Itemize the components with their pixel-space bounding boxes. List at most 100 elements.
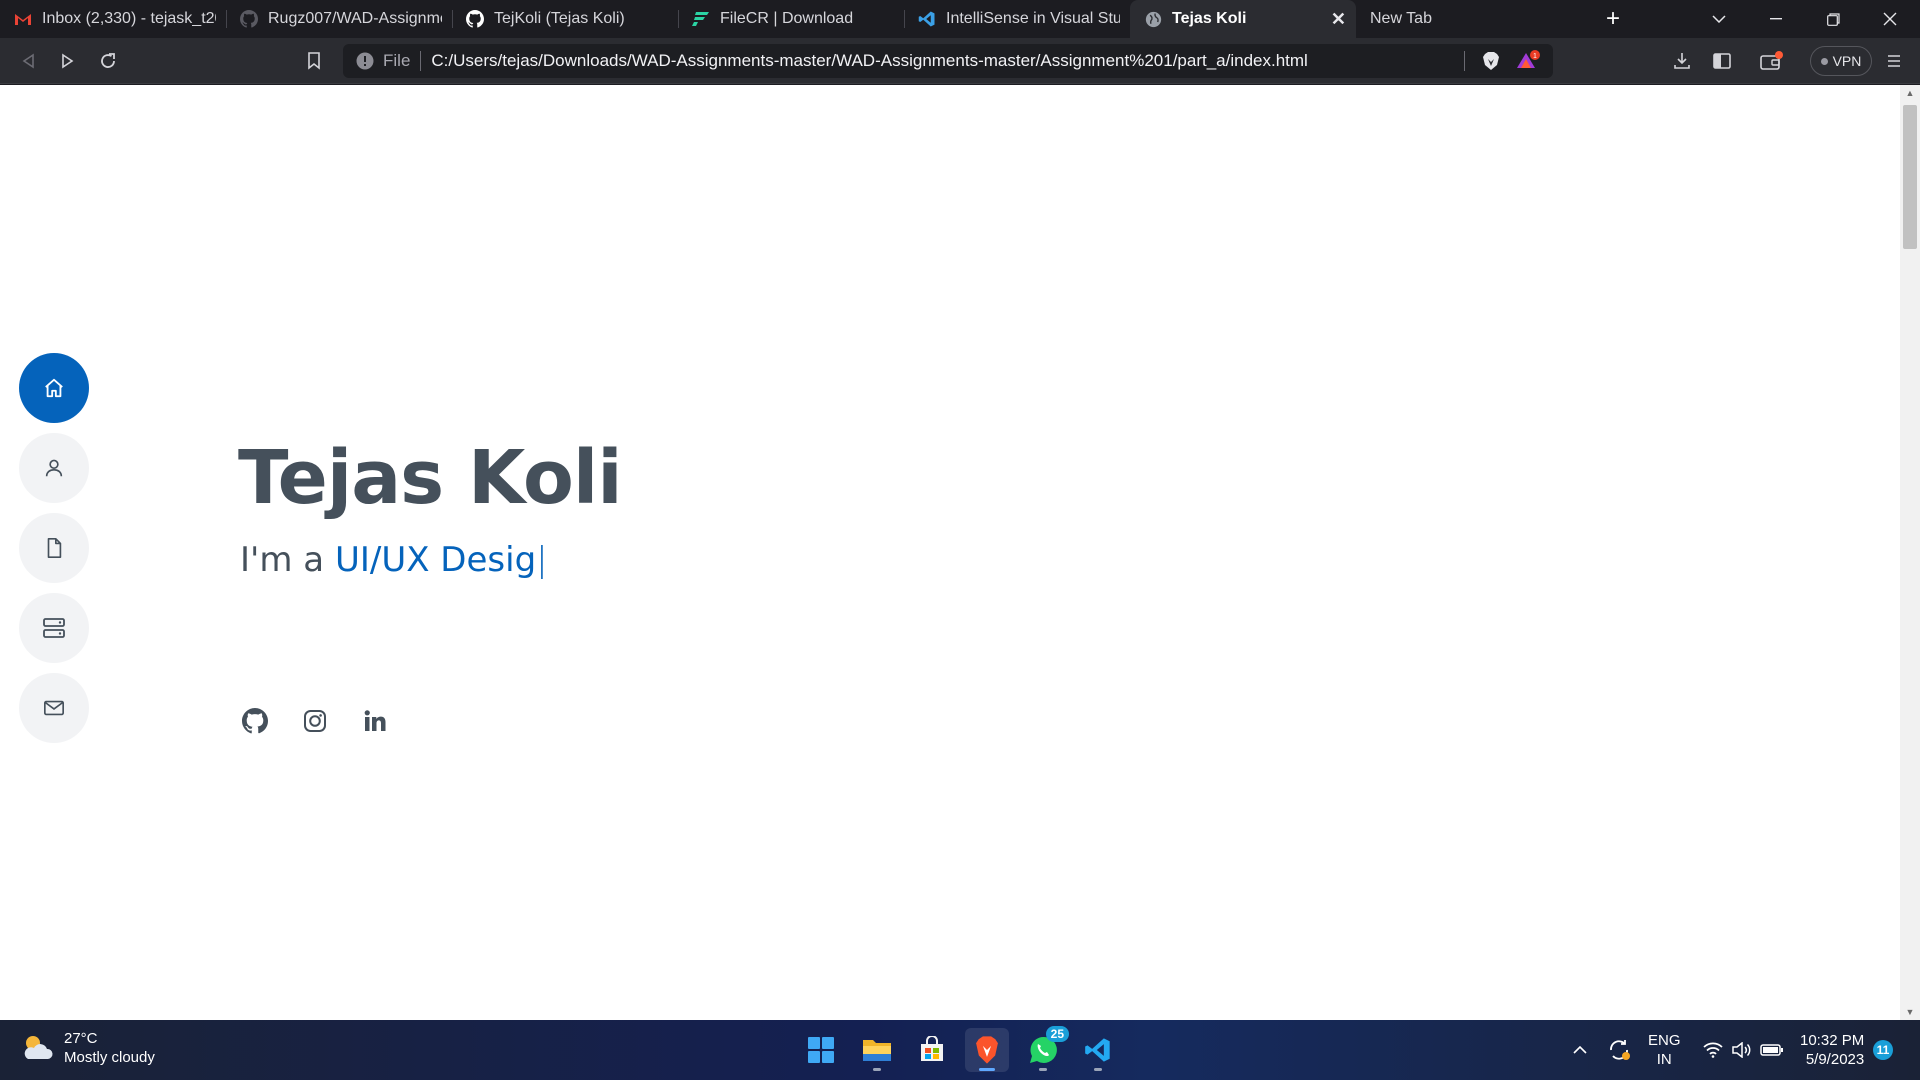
system-clock[interactable]: 10:32 PM 5/9/2023	[1800, 1031, 1864, 1069]
nav-contact-button[interactable]	[19, 673, 89, 743]
hero-intro: I'm a	[240, 540, 325, 580]
tab-label: Inbox (2,330) - tejask_t2005	[42, 10, 216, 27]
hero-typed-role: UI/UX Desig	[334, 540, 537, 580]
tab-label: Tejas Koli	[1172, 10, 1247, 27]
weather-description: Mostly cloudy	[64, 1049, 155, 1066]
instagram-link[interactable]	[300, 706, 330, 736]
tab-tejas-koli[interactable]: Tejas Koli ✕	[1130, 0, 1356, 38]
rewards-badge: 1	[1533, 53, 1537, 60]
region-code: IN	[1656, 1051, 1672, 1068]
github-icon	[466, 10, 484, 28]
tab-label: FileCR | Download	[720, 10, 854, 27]
gmail-icon	[14, 10, 32, 28]
tab-github-repo[interactable]: Rugz007/WAD-Assignments	[226, 0, 452, 38]
github-icon	[242, 708, 268, 734]
mail-icon	[44, 700, 64, 716]
minimize-button[interactable]	[1748, 0, 1804, 38]
site-info-icon[interactable]	[355, 51, 375, 71]
user-icon	[45, 459, 63, 477]
menu-icon[interactable]	[1874, 38, 1914, 84]
battery-icon[interactable]	[1758, 1020, 1786, 1080]
tab-intellisense[interactable]: IntelliSense in Visual Studio	[904, 0, 1130, 38]
nav-services-button[interactable]	[19, 593, 89, 663]
linkedin-link[interactable]	[360, 706, 390, 736]
language-indicator[interactable]: ENG IN	[1648, 1031, 1681, 1069]
vpn-status-dot	[1820, 57, 1828, 65]
running-indicator	[1094, 1068, 1102, 1071]
clock-date: 5/9/2023	[1805, 1051, 1865, 1068]
github-icon	[240, 10, 258, 28]
running-indicator	[979, 1068, 995, 1071]
github-link[interactable]	[240, 706, 270, 736]
folder-icon	[863, 1040, 891, 1061]
brave-rewards-icon[interactable]: 1	[1515, 50, 1541, 77]
linkedin-icon	[364, 710, 386, 731]
filecr-icon	[692, 10, 710, 28]
nav-about-button[interactable]	[19, 433, 89, 503]
page-scrollbar[interactable]: ▲ ▼	[1900, 85, 1920, 1020]
store-icon	[921, 1036, 943, 1061]
tab-search-chevron-icon[interactable]	[1691, 0, 1747, 38]
url-divider	[420, 51, 422, 71]
taskbar-microsoft-store[interactable]	[910, 1028, 954, 1072]
scroll-down-arrow-icon[interactable]: ▼	[1900, 1004, 1920, 1020]
side-navigation	[19, 353, 89, 743]
close-tab-icon[interactable]: ✕	[1331, 9, 1346, 30]
sidebar-toggle-icon[interactable]	[1702, 38, 1742, 84]
wifi-icon[interactable]	[1700, 1020, 1726, 1080]
scrollbar-thumb[interactable]	[1903, 105, 1917, 249]
server-icon	[43, 618, 65, 638]
tab-strip: Inbox (2,330) - tejask_t2005 Rugz007/WAD…	[0, 0, 1920, 38]
taskbar-whatsapp[interactable]: 25	[1021, 1026, 1069, 1072]
vscode-icon	[1085, 1038, 1110, 1062]
typing-cursor: |	[536, 540, 548, 580]
forward-button[interactable]	[48, 38, 88, 84]
tab-github-profile[interactable]: TejKoli (Tejas Koli)	[452, 0, 678, 38]
cloudy-weather-icon	[24, 1036, 53, 1059]
tab-label: New Tab	[1370, 10, 1432, 27]
running-indicator	[1039, 1068, 1047, 1071]
start-button[interactable]	[799, 1028, 843, 1072]
nav-resume-button[interactable]	[19, 513, 89, 583]
scroll-up-arrow-icon[interactable]: ▲	[1900, 85, 1920, 101]
show-hidden-icons-chevron-icon[interactable]	[1565, 1020, 1595, 1080]
back-button[interactable]	[8, 38, 48, 84]
tab-new-tab[interactable]: New Tab	[1356, 0, 1576, 38]
hero-name: Tejas Koli	[238, 435, 623, 521]
restore-button[interactable]	[1805, 0, 1861, 38]
weather-temperature: 27°C	[64, 1030, 98, 1047]
tab-label: IntelliSense in Visual Studio	[946, 10, 1120, 27]
address-bar[interactable]: File C:/Users/tejas/Downloads/WAD-Assign…	[343, 44, 1553, 78]
bookmark-icon[interactable]	[294, 38, 334, 84]
windows-taskbar: 27°C Mostly cloudy 25 ENG IN 10:32 PM 5/…	[0, 1020, 1920, 1080]
tab-filecr[interactable]: FileCR | Download	[678, 0, 904, 38]
tab-gmail[interactable]: Inbox (2,330) - tejask_t2005	[0, 0, 226, 38]
taskbar-brave-browser[interactable]	[965, 1028, 1009, 1072]
weather-widget[interactable]: 27°C Mostly cloudy	[20, 1029, 155, 1067]
notification-badge[interactable]: 11	[1873, 1040, 1893, 1060]
url-divider	[1464, 51, 1465, 71]
reload-button[interactable]	[88, 38, 128, 84]
close-window-button[interactable]	[1862, 0, 1918, 38]
nav-home-button[interactable]	[19, 353, 89, 423]
brave-shields-icon[interactable]	[1481, 51, 1501, 76]
browser-toolbar: File C:/Users/tejas/Downloads/WAD-Assign…	[0, 38, 1920, 84]
volume-icon[interactable]	[1728, 1020, 1754, 1080]
taskbar-file-explorer[interactable]	[855, 1028, 899, 1072]
running-indicator	[873, 1068, 881, 1071]
social-links	[240, 706, 390, 736]
clock-time: 10:32 PM	[1800, 1032, 1865, 1049]
instagram-icon	[304, 710, 326, 732]
url-scheme: File	[383, 51, 411, 70]
new-tab-button[interactable]: +	[1596, 0, 1630, 38]
download-icon[interactable]	[1662, 38, 1702, 84]
wallet-icon[interactable]	[1752, 38, 1792, 84]
language-code: ENG	[1648, 1032, 1681, 1049]
brave-icon	[976, 1036, 998, 1064]
vscode-icon	[918, 10, 936, 28]
vpn-label: VPN	[1832, 53, 1862, 69]
vpn-button[interactable]: VPN	[1810, 46, 1872, 76]
sync-icon[interactable]	[1604, 1020, 1634, 1080]
url-text[interactable]: C:/Users/tejas/Downloads/WAD-Assignments…	[431, 51, 1307, 71]
taskbar-vscode[interactable]	[1076, 1028, 1120, 1072]
